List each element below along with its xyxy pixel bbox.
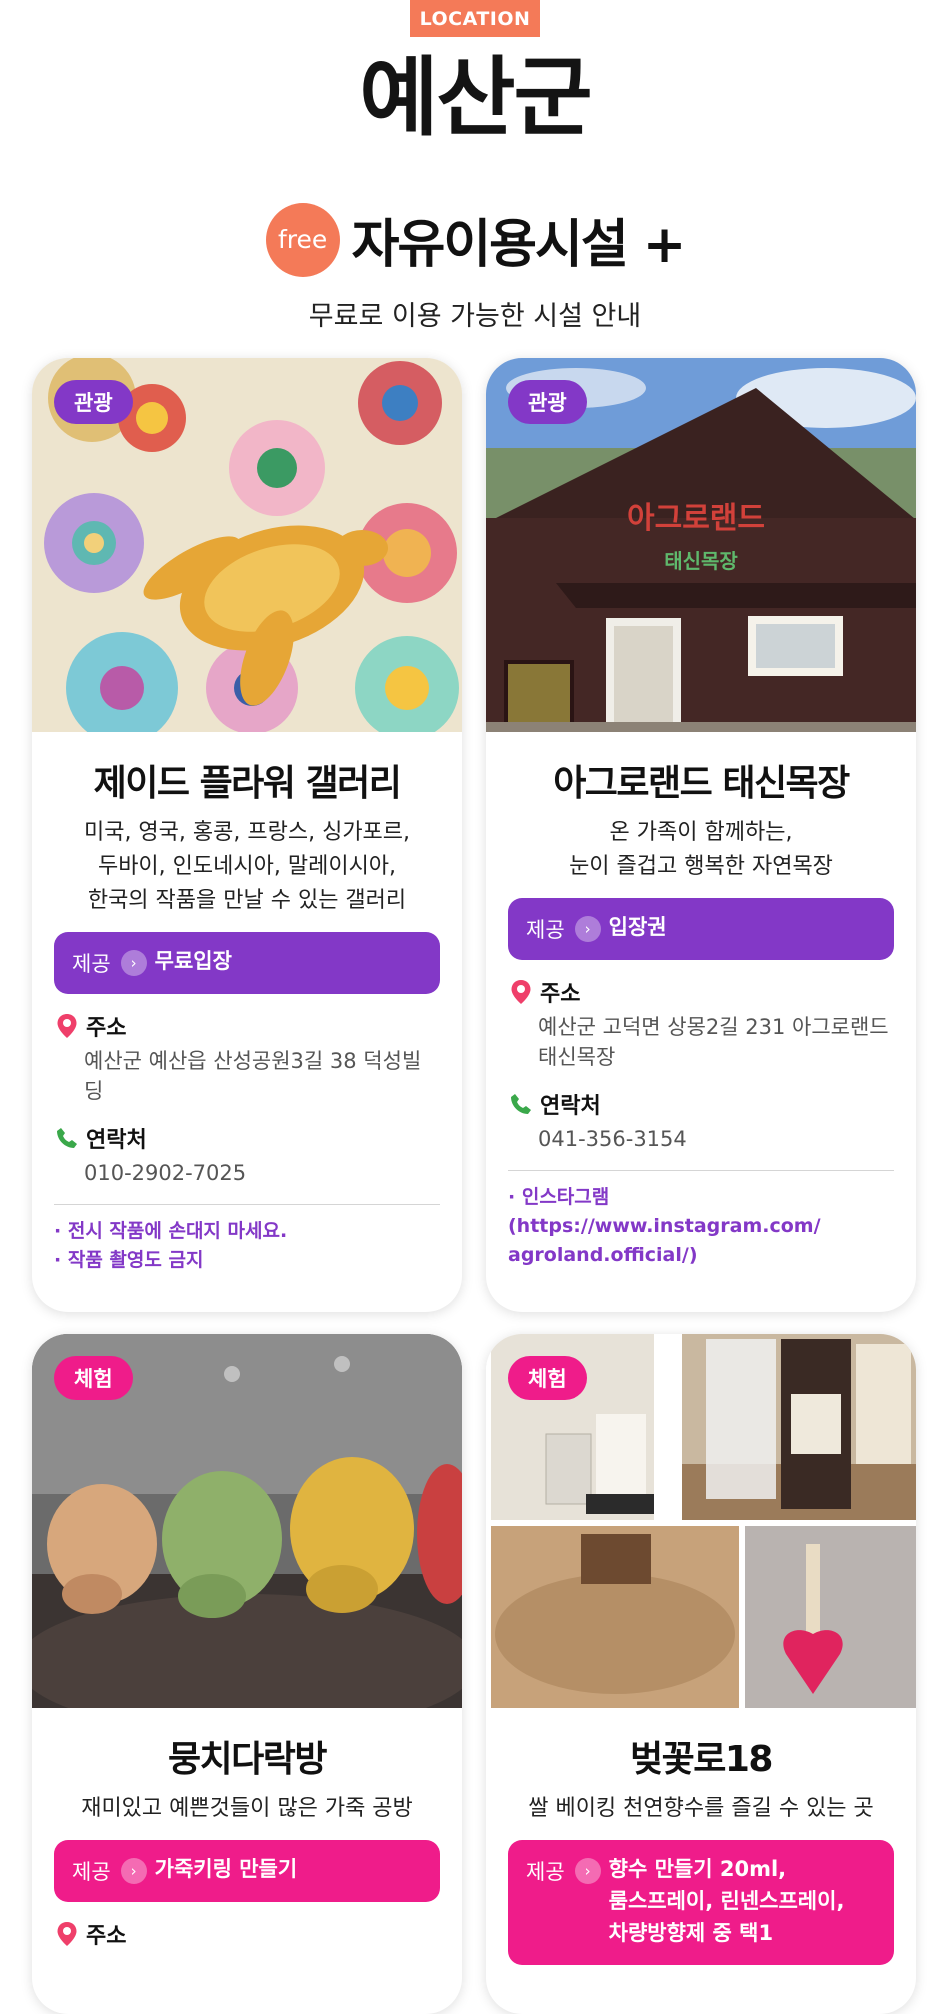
divider bbox=[508, 1170, 894, 1171]
chevron-right-icon: › bbox=[574, 1858, 601, 1884]
location-pin-icon bbox=[508, 979, 534, 1005]
provide-banner: 제공 › 향수 만들기 20ml, 룸스프레이, 린넨스프레이, 차량방향제 중… bbox=[508, 1840, 894, 1965]
address-label: 주소 bbox=[86, 1016, 127, 1041]
facility-card-beotkkotro18[interactable]: 체험 벚꽃로18 쌀 베이킹 천연향수를 즐길 수 있는 곳 제공 › 향수 만… bbox=[486, 1334, 916, 2014]
perfume-photo: 체험 bbox=[486, 1334, 916, 1708]
address-value: 예산군 예산읍 산성공원3길 38 덕성빌딩 bbox=[84, 1049, 422, 1103]
farm-photo: 아그로랜드 태신목장 관광 bbox=[486, 358, 916, 732]
facility-description: 쌀 베이킹 천연향수를 즐길 수 있는 곳 bbox=[528, 1796, 874, 1821]
contact-label: 연락처 bbox=[86, 1128, 147, 1153]
facility-card-agroland[interactable]: 아그로랜드 태신목장 관광 아그로랜드 태신목장 온 가족이 함께하는, 눈이 … bbox=[486, 358, 916, 1312]
contact-value[interactable]: 010-2902-7025 bbox=[84, 1158, 440, 1188]
facility-description: 미국, 영국, 홍콩, 프랑스, 싱가포르, 두바이, 인도네시아, 말레이시아… bbox=[83, 820, 411, 913]
provide-label: 제공 bbox=[72, 1860, 111, 1884]
sign-bottom-text: 태신목장 bbox=[664, 549, 738, 573]
note-item: · 작품 촬영도 금지 bbox=[54, 1249, 204, 1271]
provide-value: 향수 만들기 20ml, 룸스프레이, 린넨스프레이, 차량방향제 중 택1 bbox=[608, 1857, 845, 1945]
section-title: 자유이용시설 + bbox=[351, 215, 687, 275]
category-tag: 체험 bbox=[54, 1356, 133, 1400]
region-title: 예산군 bbox=[359, 48, 592, 148]
phone-icon bbox=[54, 1125, 80, 1151]
contact-block: 연락처 010-2902-7025 bbox=[54, 1122, 440, 1188]
chevron-right-icon: › bbox=[120, 1858, 147, 1884]
address-block: 주소 예산군 고덕면 상몽2길 231 아그로랜드 태신목장 bbox=[508, 976, 894, 1072]
provide-banner: 제공 › 무료입장 bbox=[54, 932, 440, 994]
gallery-photo: 관광 bbox=[32, 358, 462, 732]
leather-workshop-photo: 체험 bbox=[32, 1334, 462, 1708]
facility-card-mungchi-darakbang[interactable]: 체험 뭉치다락방 재미있고 예쁜것들이 많은 가죽 공방 제공 › 가죽키링 만… bbox=[32, 1334, 462, 2014]
facility-name: 제이드 플라워 갤러리 bbox=[93, 763, 402, 804]
note-item: · 전시 작품에 손대지 마세요. bbox=[54, 1220, 288, 1242]
free-badge: free bbox=[265, 202, 340, 277]
phone-icon bbox=[508, 1091, 534, 1117]
location-badge: LOCATION bbox=[410, 0, 540, 37]
address-label: 주소 bbox=[86, 1924, 127, 1949]
notes: · 전시 작품에 손대지 마세요. · 작품 촬영도 금지 bbox=[54, 1217, 440, 1275]
chevron-right-icon: › bbox=[120, 950, 147, 976]
facility-description: 온 가족이 함께하는, 눈이 즐겁고 행복한 자연목장 bbox=[569, 820, 833, 879]
contact-label: 연락처 bbox=[540, 1094, 601, 1119]
category-tag: 체험 bbox=[508, 1356, 587, 1400]
provide-label: 제공 bbox=[72, 952, 111, 976]
sign-top-text: 아그로랜드 bbox=[627, 501, 765, 536]
address-value: 예산군 고덕면 상몽2길 231 아그로랜드 태신목장 bbox=[538, 1015, 889, 1069]
facility-name: 아그로랜드 태신목장 bbox=[553, 763, 850, 804]
section-header: free 자유이용시설 + bbox=[0, 202, 950, 277]
category-tag: 관광 bbox=[54, 380, 133, 424]
divider bbox=[54, 1204, 440, 1205]
contact-block: 연락처 041-356-3154 bbox=[508, 1088, 894, 1154]
address-block: 주소 bbox=[54, 1918, 440, 1950]
provide-banner: 제공 › 가죽키링 만들기 bbox=[54, 1840, 440, 1902]
note-item: · 인스타그램 bbox=[508, 1186, 610, 1208]
address-block: 주소 예산군 예산읍 산성공원3길 38 덕성빌딩 bbox=[54, 1010, 440, 1106]
provide-value: 무료입장 bbox=[154, 949, 232, 973]
location-pin-icon bbox=[54, 1013, 80, 1039]
facility-description: 재미있고 예쁜것들이 많은 가죽 공방 bbox=[81, 1796, 413, 1821]
contact-value[interactable]: 041-356-3154 bbox=[538, 1124, 894, 1154]
provide-label: 제공 bbox=[526, 918, 565, 942]
provide-value: 입장권 bbox=[608, 915, 667, 939]
facility-name: 뭉치다락방 bbox=[167, 1739, 328, 1780]
instagram-link[interactable]: (https://www.instagram.com/ agroland.off… bbox=[508, 1212, 894, 1270]
facility-name: 벚꽃로18 bbox=[630, 1739, 773, 1780]
provide-banner: 제공 › 입장권 bbox=[508, 898, 894, 960]
chevron-right-icon: › bbox=[574, 916, 601, 942]
notes: · 인스타그램 (https://www.instagram.com/ agro… bbox=[508, 1183, 894, 1270]
category-tag: 관광 bbox=[508, 380, 587, 424]
section-subtitle: 무료로 이용 가능한 시설 안내 bbox=[308, 301, 642, 332]
location-pin-icon bbox=[54, 1921, 80, 1947]
provide-label: 제공 bbox=[526, 1860, 565, 1884]
provide-value: 가죽키링 만들기 bbox=[154, 1857, 298, 1881]
facility-card-jade-flower-gallery[interactable]: 관광 제이드 플라워 갤러리 미국, 영국, 홍콩, 프랑스, 싱가포르, 두바… bbox=[32, 358, 462, 1312]
address-label: 주소 bbox=[540, 982, 581, 1007]
